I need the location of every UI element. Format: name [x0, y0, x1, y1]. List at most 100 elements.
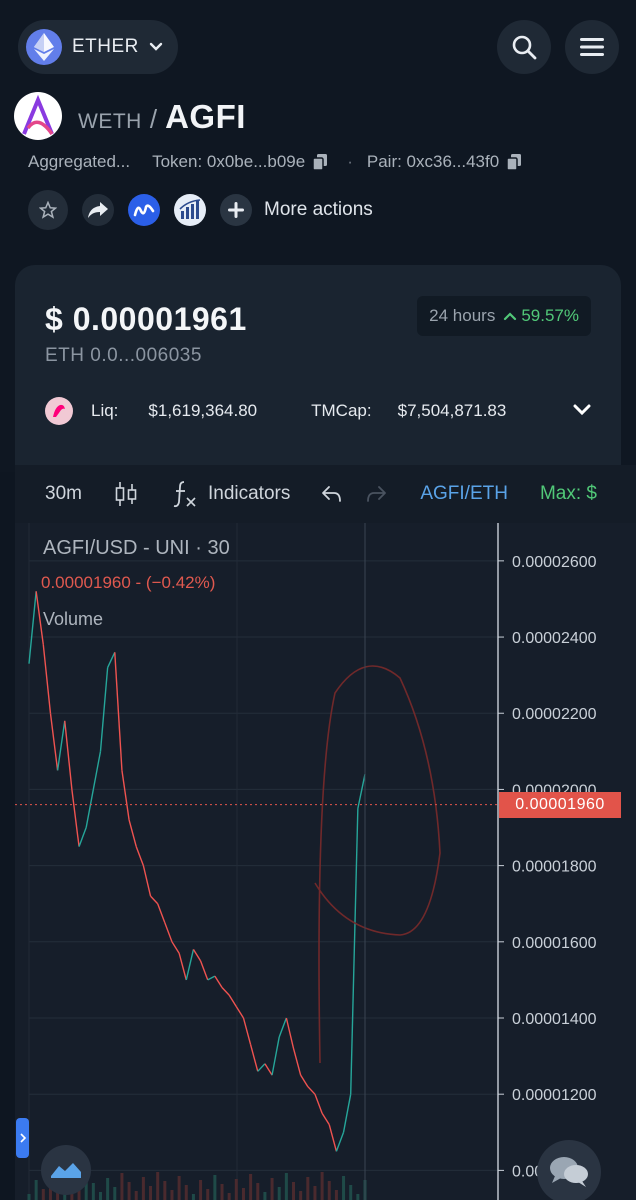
- price-segment: [300, 1074, 309, 1087]
- price-segment: [249, 1044, 259, 1072]
- volume-bar: [277, 1187, 281, 1200]
- function-icon: [173, 481, 196, 508]
- star-icon: [39, 201, 57, 219]
- volume-bar: [127, 1182, 131, 1200]
- price-segment: [49, 713, 59, 771]
- chat-icon: [550, 1157, 588, 1187]
- price-segment: [150, 895, 159, 905]
- volume-bar: [106, 1178, 110, 1200]
- volume-bar: [270, 1178, 274, 1200]
- actions-row: More actions: [28, 190, 373, 230]
- price-segment: [257, 1063, 266, 1072]
- token-logo: [14, 92, 62, 140]
- price-change-selector[interactable]: 24 hours 59.57%: [417, 296, 591, 336]
- redo-button[interactable]: [366, 485, 388, 503]
- price-segment: [264, 1063, 273, 1076]
- price-segment: [192, 949, 202, 962]
- y-tick-label: 0.00001600: [512, 935, 597, 952]
- volume-bar: [41, 1189, 45, 1200]
- pair-separator: /: [149, 104, 158, 134]
- plus-icon: [228, 202, 244, 218]
- liquidity-row: Liq: $1,619,364.80 TMCap: $7,504,871.83: [45, 397, 506, 425]
- price-segment: [164, 922, 173, 943]
- volume-bar: [206, 1189, 210, 1200]
- price-segment: [357, 774, 366, 809]
- menu-button[interactable]: [565, 20, 619, 74]
- volume-bar: [334, 1190, 338, 1200]
- copy-icon[interactable]: [507, 154, 522, 170]
- undo-button[interactable]: [320, 485, 342, 503]
- price-segment: [199, 960, 209, 981]
- annotation-drawing: [314, 665, 441, 1064]
- price-segment: [128, 819, 137, 847]
- volume-bar: [156, 1172, 160, 1200]
- network-label: ETHER: [72, 36, 139, 57]
- volume-bar: [249, 1174, 253, 1200]
- price-change: 59.57%: [503, 306, 579, 326]
- price-chart[interactable]: 0.000026000.000024000.000022000.00002000…: [15, 523, 636, 1200]
- candlestick-icon: [115, 482, 137, 506]
- interval-button[interactable]: 30m: [45, 483, 82, 505]
- favorite-button[interactable]: [28, 190, 68, 230]
- indicators-button[interactable]: Indicators: [172, 480, 290, 508]
- price-segment: [71, 789, 80, 847]
- volume-bar: [141, 1177, 145, 1200]
- y-tick-label: 0.00001800: [512, 859, 597, 876]
- price-segment: [28, 591, 37, 664]
- price-chart-plot: 0.000026000.000024000.000022000.00002000…: [15, 523, 597, 1200]
- price-segment: [42, 644, 52, 714]
- volume-bar: [327, 1181, 331, 1200]
- liq-label: Liq:: [91, 401, 119, 420]
- volume-bar: [98, 1192, 102, 1200]
- volume-bar: [320, 1172, 324, 1200]
- volume-bar: [227, 1193, 231, 1200]
- share-icon: [88, 202, 108, 218]
- price-segment: [292, 1048, 302, 1076]
- pair-toggle-button[interactable]: AGFI/ETH: [420, 483, 508, 505]
- coinmarketcap-button[interactable]: [128, 194, 160, 226]
- price-segment: [135, 846, 145, 866]
- volume-bar: [199, 1180, 203, 1200]
- volume-bar: [241, 1188, 245, 1200]
- copy-icon[interactable]: [313, 154, 328, 170]
- ethereum-icon: [26, 29, 62, 65]
- pair-base: WETH: [78, 110, 142, 133]
- search-button[interactable]: [497, 20, 551, 74]
- price-series: [28, 591, 366, 1152]
- chart-site-button[interactable]: [174, 194, 206, 226]
- price-segment: [92, 751, 102, 790]
- share-button[interactable]: [82, 194, 114, 226]
- volume-bar: [299, 1191, 303, 1200]
- volume-bar: [113, 1187, 117, 1200]
- volume-bar: [292, 1182, 296, 1200]
- price-segment: [114, 652, 123, 771]
- undo-icon: [322, 486, 342, 502]
- uniswap-icon: [45, 397, 73, 425]
- redo-icon: [367, 486, 387, 502]
- volume-bar: [184, 1185, 188, 1200]
- side-panel-toggle[interactable]: [16, 1118, 29, 1158]
- volume-bar: [27, 1194, 31, 1200]
- y-tick-label: 0.00001200: [512, 1087, 597, 1104]
- chevron-down-icon[interactable]: [573, 403, 591, 417]
- price-segment: [221, 987, 230, 996]
- price-segment: [314, 1093, 323, 1114]
- price-segment: [78, 827, 87, 847]
- token-address[interactable]: Token: 0x0be...b09e: [152, 152, 305, 172]
- volume-bar: [177, 1176, 181, 1200]
- tradingview-icon: [51, 1163, 81, 1178]
- chart-type-button[interactable]: [114, 481, 138, 507]
- network-selector[interactable]: ETHER: [18, 20, 178, 74]
- volume-bar: [213, 1175, 217, 1200]
- price-segment: [278, 1017, 288, 1038]
- more-actions-label[interactable]: More actions: [264, 199, 373, 221]
- volume-bar: [284, 1173, 288, 1200]
- pair-address[interactable]: Pair: 0xc36...43f0: [367, 152, 499, 172]
- volume-bar: [220, 1184, 224, 1200]
- chart-legend-volume: Volume: [43, 609, 104, 629]
- tradingview-logo[interactable]: [41, 1145, 91, 1195]
- more-actions-button[interactable]: [220, 194, 252, 226]
- price-segment: [350, 808, 359, 1095]
- top-bar: ETHER: [0, 0, 636, 92]
- chat-button[interactable]: [537, 1140, 601, 1200]
